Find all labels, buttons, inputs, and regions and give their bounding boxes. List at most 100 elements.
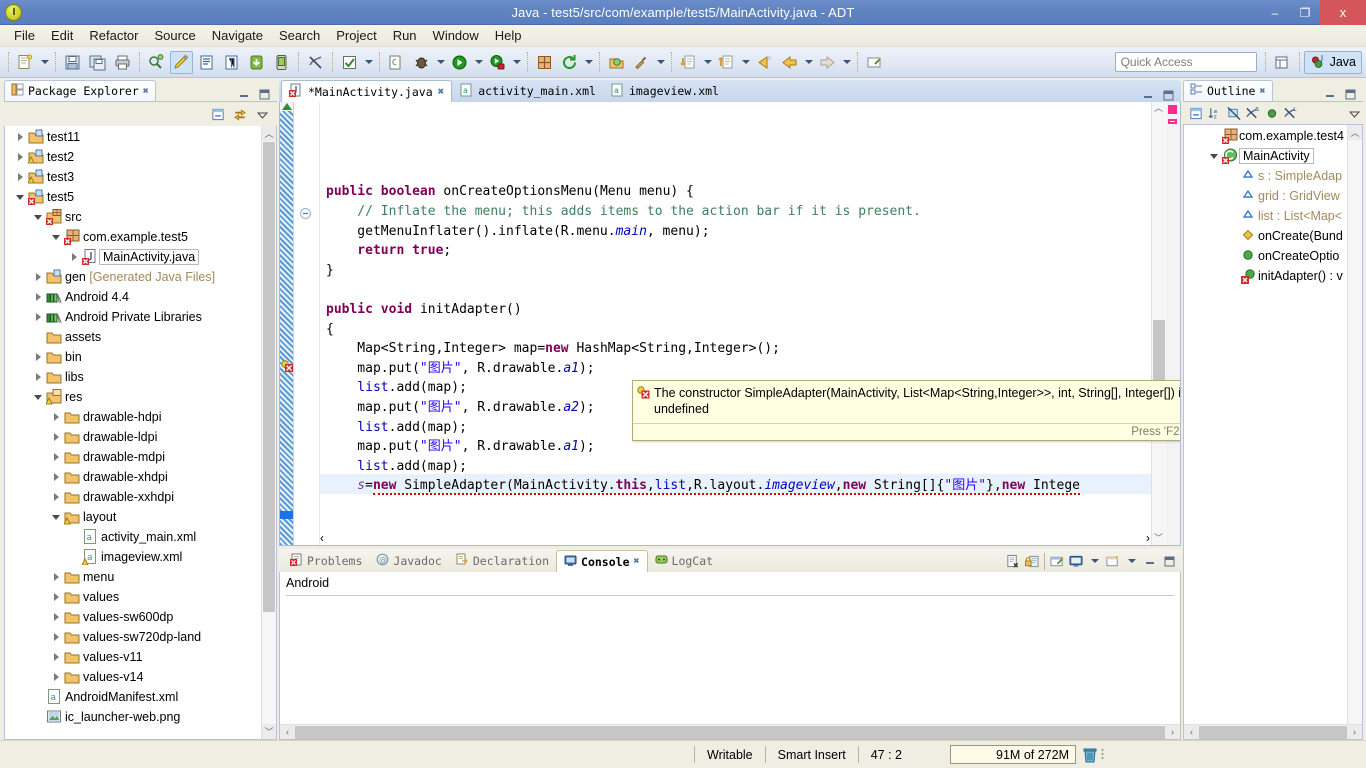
tree-item-menu[interactable]: menu xyxy=(5,567,276,587)
tree-expand-arrow-icon[interactable] xyxy=(49,235,63,240)
tree-item-test2[interactable]: test2 xyxy=(5,147,276,167)
scroll-right-icon[interactable]: › xyxy=(1165,724,1180,739)
check-dropdown-icon[interactable] xyxy=(362,51,375,73)
outline-item-oncreateoptio[interactable]: onCreateOptio xyxy=(1184,246,1362,266)
collapse-all-icon[interactable] xyxy=(1189,106,1203,120)
vscroll-thumb[interactable] xyxy=(263,142,275,612)
menu-project[interactable]: Project xyxy=(328,26,384,45)
print-icon[interactable] xyxy=(111,51,134,74)
hide-static-icon[interactable]: S xyxy=(1246,106,1260,120)
tree-collapse-arrow-icon[interactable] xyxy=(31,313,45,321)
sort-icon[interactable]: az xyxy=(1208,106,1222,120)
menu-run[interactable]: Run xyxy=(385,26,425,45)
search-icon[interactable] xyxy=(630,51,653,74)
outline-item-initadapter-v[interactable]: initAdapter() : v xyxy=(1184,266,1362,286)
minimize-button[interactable]: – xyxy=(1260,0,1290,25)
menu-window[interactable]: Window xyxy=(425,26,487,45)
menu-help[interactable]: Help xyxy=(487,26,530,45)
hscroll-thumb[interactable] xyxy=(295,725,1165,739)
tree-item-drawable-mdpi[interactable]: drawable-mdpi xyxy=(5,447,276,467)
tree-collapse-arrow-icon[interactable] xyxy=(49,653,63,661)
tree-item-res[interactable]: res xyxy=(5,387,276,407)
pin-editor-icon[interactable] xyxy=(863,51,886,74)
tree-item-test3[interactable]: test3 xyxy=(5,167,276,187)
console-hscrollbar[interactable]: ‹ › xyxy=(280,724,1180,739)
tree-item-android-4-4[interactable]: Android 4.4 xyxy=(5,287,276,307)
tree-collapse-arrow-icon[interactable] xyxy=(49,473,63,481)
collapse-up-icon[interactable] xyxy=(282,103,292,110)
error-overview-marker[interactable] xyxy=(1168,105,1177,114)
tree-item-values-v11[interactable]: values-v11 xyxy=(5,647,276,667)
debug-dropdown-icon[interactable] xyxy=(434,51,447,73)
tree-collapse-arrow-icon[interactable] xyxy=(13,153,27,161)
tree-item-mainactivity-java[interactable]: MainActivity.java xyxy=(5,247,276,267)
tree-collapse-arrow-icon[interactable] xyxy=(49,573,63,581)
close-icon[interactable]: ✖ xyxy=(438,85,445,98)
tree-item-drawable-ldpi[interactable]: drawable-ldpi xyxy=(5,427,276,447)
hide-fields-icon[interactable] xyxy=(1227,106,1241,120)
tree-item-com-example-test5[interactable]: com.example.test5 xyxy=(5,227,276,247)
overview-ruler[interactable]: ︿ ﹀ xyxy=(1151,102,1166,545)
display-console-dropdown-icon[interactable] xyxy=(1088,550,1101,572)
tree-item-values-sw600dp[interactable]: values-sw600dp xyxy=(5,607,276,627)
previous-annotation-icon[interactable] xyxy=(715,51,738,74)
tab-package-explorer[interactable]: Package Explorer ✖ xyxy=(4,80,156,101)
tree-collapse-arrow-icon[interactable] xyxy=(49,613,63,621)
tree-item-libs[interactable]: libs xyxy=(5,367,276,387)
minimize-icon[interactable] xyxy=(1141,88,1155,102)
menu-file[interactable]: File xyxy=(6,26,43,45)
collapse-all-icon[interactable] xyxy=(211,107,225,121)
scroll-up-icon[interactable]: ︿ xyxy=(262,126,276,141)
back-with-star-icon[interactable] xyxy=(753,51,776,74)
editor-body[interactable]: public boolean onCreateOptionsMenu(Menu … xyxy=(279,102,1181,546)
run-dropdown-icon[interactable] xyxy=(472,51,485,73)
tree-item-activity-main-xml[interactable]: a activity_main.xml xyxy=(5,527,276,547)
editor-tab-imageview-xml[interactable]: a imageview.xml xyxy=(603,80,726,102)
tree-item-layout[interactable]: layout xyxy=(5,507,276,527)
tree-collapse-arrow-icon[interactable] xyxy=(49,453,63,461)
editor-gutter[interactable] xyxy=(294,102,320,545)
tree-item-drawable-xxhdpi[interactable]: drawable-xxhdpi xyxy=(5,487,276,507)
tree-collapse-arrow-icon[interactable] xyxy=(31,273,45,281)
back-dropdown-icon[interactable] xyxy=(802,51,815,73)
error-marker-icon[interactable] xyxy=(281,360,293,375)
tree-item-assets[interactable]: assets xyxy=(5,327,276,347)
console-body[interactable]: Android ‹ › xyxy=(279,572,1181,740)
tree-expand-arrow-icon[interactable] xyxy=(1207,153,1221,159)
maximize-icon[interactable] xyxy=(257,87,271,101)
tab-console[interactable]: Console ✖ xyxy=(556,550,648,572)
status-memory-monitor[interactable]: 91M of 272M xyxy=(950,745,1076,764)
tree-item-drawable-hdpi[interactable]: drawable-hdpi xyxy=(5,407,276,427)
run-config-icon[interactable] xyxy=(486,51,509,74)
tree-item-gen-generated-java-files[interactable]: gen [Generated Java Files] xyxy=(5,267,276,287)
outline-hscrollbar[interactable]: ‹ › xyxy=(1184,724,1362,739)
scroll-down-icon[interactable]: ﹀ xyxy=(1154,534,1163,543)
minimize-icon[interactable] xyxy=(237,87,251,101)
outline-tree[interactable]: com.example.test4 MainActivity s : SimpleA… xyxy=(1183,124,1363,740)
tree-item-androidmanifest-xml[interactable]: a AndroidManifest.xml xyxy=(5,687,276,707)
hscroll-thumb[interactable] xyxy=(1199,725,1347,739)
tab-javadoc[interactable]: @ Javadoc xyxy=(369,550,448,572)
check-icon[interactable] xyxy=(338,51,361,74)
menu-edit[interactable]: Edit xyxy=(43,26,81,45)
view-menu-icon[interactable] xyxy=(1347,106,1361,120)
tree-item-values[interactable]: values xyxy=(5,587,276,607)
scroll-right-icon[interactable]: › xyxy=(1347,724,1362,739)
menu-navigate[interactable]: Navigate xyxy=(204,26,271,45)
tree-collapse-arrow-icon[interactable] xyxy=(49,433,63,441)
outline-item-list-list-map[interactable]: list : List<Map< xyxy=(1184,206,1362,226)
open-perspective-icon[interactable] xyxy=(1271,51,1294,74)
save-all-icon[interactable] xyxy=(86,51,109,74)
outline-item-s-simpleadap[interactable]: s : SimpleAdap xyxy=(1184,166,1362,186)
tab-outline[interactable]: Outline ✖ xyxy=(1183,80,1273,101)
tree-expand-arrow-icon[interactable] xyxy=(49,515,63,520)
skip-breakpoints-icon[interactable] xyxy=(304,51,327,74)
maximize-icon[interactable] xyxy=(1162,554,1176,568)
new-package-icon[interactable] xyxy=(533,51,556,74)
package-explorer-vscrollbar[interactable]: ︿ ﹀ xyxy=(261,126,276,739)
new-java-class-icon[interactable]: C xyxy=(385,51,408,74)
tree-item-imageview-xml[interactable]: a imageview.xml xyxy=(5,547,276,567)
tree-collapse-arrow-icon[interactable] xyxy=(49,413,63,421)
tree-collapse-arrow-icon[interactable] xyxy=(13,133,27,141)
android-download-icon[interactable] xyxy=(245,51,268,74)
